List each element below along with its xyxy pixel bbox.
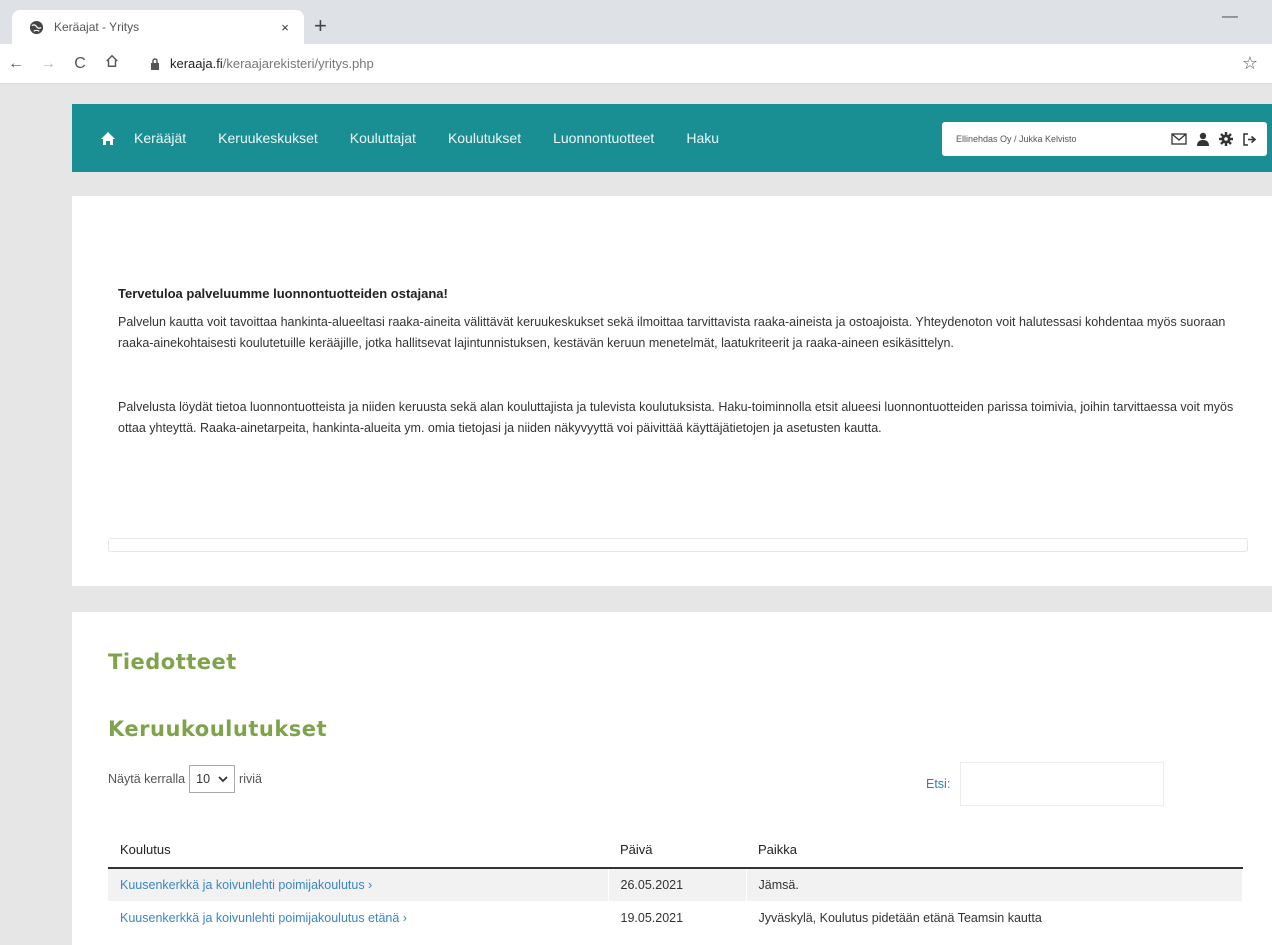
reload-icon[interactable]: C [64,55,96,73]
lock-icon [150,57,160,70]
nav-link-keraajat[interactable]: Kerääjät [134,130,186,146]
training-link[interactable]: Kuusenkerkkä ja koivunlehti poimijakoulu… [120,878,372,892]
welcome-paragraph-2: Palvelusta löydät tietoa luonnontuotteis… [118,400,1234,435]
trainings-table: Koulutus Päivä Paikka Kuusenkerkkä ja ko… [108,832,1243,934]
divider [108,538,1248,552]
table-search: Etsi: [926,762,1165,806]
user-panel: Ellinehdas Oy / Jukka Kelvisto [942,122,1267,156]
tab-title: Keräajat - Yritys [54,20,140,34]
url-path: /keraajarekisteri/yritys.php [222,56,374,71]
training-place-cell: Jämsä. [746,868,1243,901]
nav-link-keruukeskukset[interactable]: Keruukeskukset [218,130,318,146]
url-host: keraaja.fi [170,56,223,71]
nav-link-koulutukset[interactable]: Koulutukset [448,130,521,146]
home-icon[interactable] [82,131,134,146]
page-length-value: 10 [196,772,211,786]
trainings-card: Tiedotteet Keruukoulutukset Näytä kerral… [72,612,1272,945]
new-tab-icon[interactable]: + [314,15,327,37]
home-icon[interactable] [96,54,128,73]
bookmark-star-icon[interactable]: ☆ [1242,53,1258,74]
user-icon[interactable] [1197,132,1209,146]
training-place-cell: Jyväskylä, Koulutus pidetään etänä Teams… [746,901,1243,934]
welcome-title: Tervetuloa palveluumme luonnontuotteiden… [118,286,448,301]
training-date-cell: 19.05.2021 [608,901,747,934]
training-name-cell: Kuusenkerkkä ja koivunlehti poimijakoulu… [108,868,609,901]
back-icon[interactable]: ← [0,55,32,73]
nav-link-haku[interactable]: Haku [686,130,719,146]
nav-link-kouluttajat[interactable]: Kouluttajat [350,130,416,146]
table-row: Kuusenkerkkä ja koivunlehti poimijakoulu… [108,868,1243,901]
globe-icon [28,19,44,35]
show-prefix: Näytä kerralla [108,772,186,786]
welcome-paragraph-1: Palvelun kautta voit tavoittaa hankinta-… [118,315,1226,350]
search-label: Etsi: [926,777,951,791]
training-link[interactable]: Kuusenkerkkä ja koivunlehti poimijakoulu… [120,911,407,925]
gear-icon[interactable] [1219,132,1233,146]
close-tab-icon[interactable]: × [276,20,294,35]
chevron-down-icon [218,776,228,783]
minimize-icon[interactable]: — [1222,8,1238,26]
browser-tab[interactable]: Keräajat - Yritys × [12,10,304,44]
show-suffix: riviä [239,772,262,786]
search-input[interactable] [960,762,1165,806]
logout-icon[interactable] [1243,132,1257,146]
column-header-koulutus[interactable]: Koulutus [108,832,608,869]
announcements-title: Tiedotteet [108,650,237,674]
page-length-select[interactable]: 10 [189,765,236,793]
address-bar[interactable]: keraaja.fi/keraajarekisteri/yritys.php [150,56,1242,71]
column-header-paikka[interactable]: Paikka [746,832,1243,869]
trainings-title: Keruukoulutukset [108,717,328,741]
browser-toolbar: ← → C keraaja.fi/keraajarekisteri/yritys… [0,44,1272,84]
site-navbar: Kerääjät Keruukeskukset Kouluttajat Koul… [72,104,1272,172]
training-name-cell: Kuusenkerkkä ja koivunlehti poimijakoulu… [108,901,609,934]
table-header-row: Koulutus Päivä Paikka [108,832,1243,869]
forward-icon[interactable]: → [32,55,64,73]
page-length-control: Näytä kerralla 10 riviä [108,765,262,793]
table-row: Kuusenkerkkä ja koivunlehti poimijakoulu… [108,901,1243,934]
welcome-card: Tervetuloa palveluumme luonnontuotteiden… [72,196,1272,586]
envelope-icon[interactable] [1171,133,1187,145]
column-header-paiva[interactable]: Päivä [608,832,746,869]
nav-link-luonnontuotteet[interactable]: Luonnontuotteet [553,130,654,146]
training-date-cell: 26.05.2021 [608,868,747,901]
user-label: Ellinehdas Oy / Jukka Kelvisto [956,134,1077,144]
browser-tabstrip: Keräajat - Yritys × + — [0,0,1272,44]
